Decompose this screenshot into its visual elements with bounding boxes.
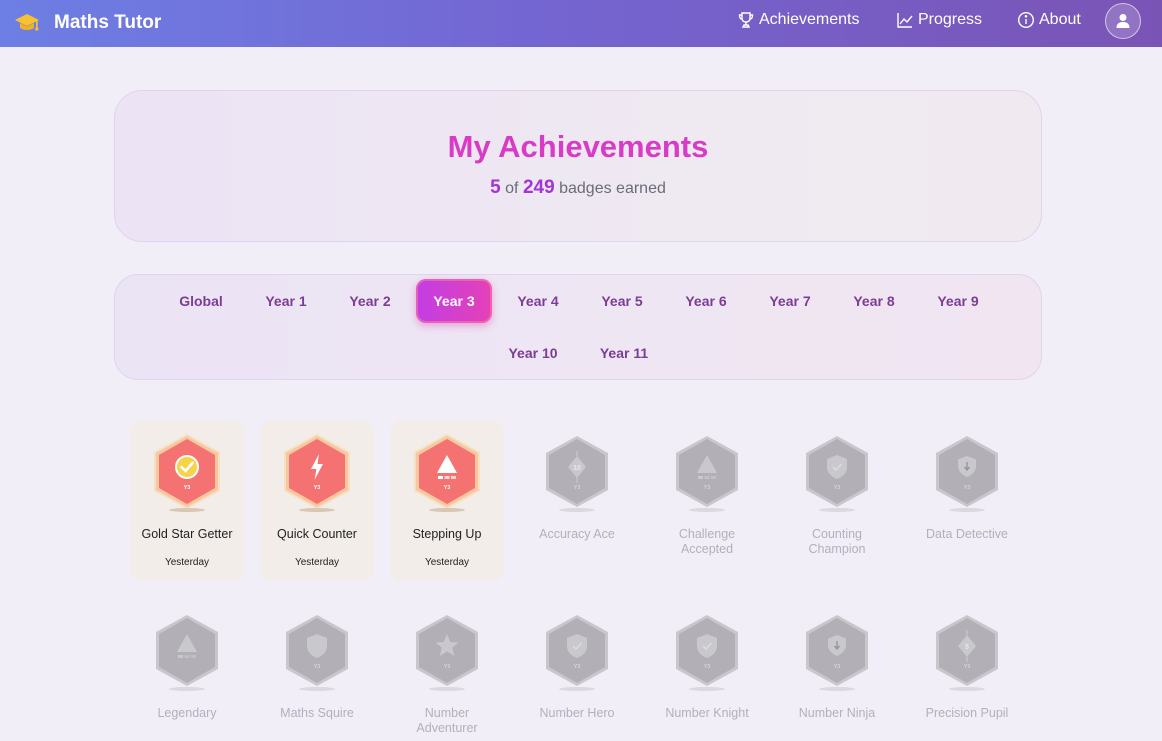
trophy-icon	[738, 12, 754, 28]
tab-year-2[interactable]: Year 2	[335, 279, 405, 323]
badge-card[interactable]: Y3 Quick Counter Yesterday	[260, 420, 374, 581]
badge-name: Number Ninja	[798, 706, 876, 720]
brand[interactable]: Maths Tutor	[14, 8, 161, 38]
check-badge-icon: Y3	[154, 434, 220, 512]
badge-name: Accuracy Ace	[539, 527, 615, 541]
badge-card[interactable]: 5 Y3 Precision Pupil	[910, 599, 1024, 741]
badge-card[interactable]: Y3 Number Hero	[520, 599, 634, 741]
badge-card[interactable]: Y3 Number Knight	[650, 599, 764, 741]
line-chart-icon	[897, 13, 913, 28]
tab-year-10[interactable]: Year 10	[498, 331, 568, 375]
graduation-cap-icon	[15, 14, 39, 31]
nav-about-label: About	[1039, 11, 1081, 28]
nav-achievements-label: Achievements	[759, 11, 860, 28]
tab-year-5[interactable]: Year 5	[587, 279, 657, 323]
badge-card[interactable]: Y3 Number Adventurer	[390, 599, 504, 741]
tab-year-8[interactable]: Year 8	[839, 279, 909, 323]
svg-text:10: 10	[573, 465, 581, 472]
nav-achievements-link[interactable]: Achievements	[737, 11, 860, 29]
badge-name: Gold Star Getter	[141, 527, 233, 541]
badge-card[interactable]: Y3 Data Detective	[910, 420, 1024, 581]
svg-text:Y3: Y3	[964, 664, 971, 670]
badge-name: Maths Squire	[280, 706, 354, 720]
lightning-badge-icon: Y3	[284, 434, 350, 512]
shield-down-badge-icon: Y3	[806, 615, 868, 691]
triangle-badge-icon: Y3	[676, 436, 738, 512]
badges-earned-suffix: badges earned	[559, 180, 666, 197]
triangle-badge-icon	[156, 615, 218, 691]
tab-year-1[interactable]: Year 1	[251, 279, 321, 323]
svg-text:Y3: Y3	[964, 485, 971, 491]
top-nav-bar: Maths Tutor Achievements Progress About	[0, 0, 1162, 47]
svg-text:Y3: Y3	[704, 485, 711, 491]
badge-name: Counting Champion	[808, 527, 866, 556]
total-count: 249	[522, 177, 555, 198]
achievements-header-card: My Achievements 5 of 249 badges earned	[114, 90, 1042, 242]
svg-text:Y3: Y3	[574, 664, 581, 670]
nav-about-link[interactable]: About	[1017, 11, 1081, 29]
shield-check-badge-icon: Y3	[806, 436, 868, 512]
badge-name: Number Knight	[665, 706, 749, 720]
badge-card[interactable]: Y3 Gold Star Getter Yesterday	[130, 420, 244, 581]
info-icon	[1017, 11, 1035, 29]
tab-year-4[interactable]: Year 4	[503, 279, 573, 323]
badge-earned-date: Yesterday	[294, 557, 340, 568]
shield-badge-icon: Y3	[286, 615, 348, 691]
year-tabs: Global Year 1 Year 2 Year 3 Year 4 Year 5 Year…	[114, 274, 1042, 380]
tab-global[interactable]: Global	[166, 279, 236, 323]
triangle-badge-icon: Y3	[414, 434, 480, 512]
badge-name: Legendary	[157, 706, 217, 720]
shield-check-badge-icon: Y3	[546, 615, 608, 691]
star-badge-icon: Y3	[416, 615, 478, 691]
shield-down-badge-icon: Y3	[936, 436, 998, 512]
svg-text:Y3: Y3	[704, 664, 711, 670]
badge-card[interactable]: Y3 Challenge Accepted	[650, 420, 764, 581]
badge-name: Challenge Accepted	[678, 527, 736, 556]
svg-text:5: 5	[965, 644, 969, 651]
app-title: Maths Tutor	[54, 12, 162, 33]
tab-year-7[interactable]: Year 7	[755, 279, 825, 323]
badge-earned-date: Yesterday	[424, 557, 470, 568]
badge-name: Stepping Up	[412, 527, 482, 541]
badge-card[interactable]: Y3 Maths Squire	[260, 599, 374, 741]
svg-text:Y3: Y3	[444, 664, 451, 670]
of-text: of	[505, 180, 519, 197]
nav-progress-link[interactable]: Progress	[896, 11, 982, 29]
badge-name: Data Detective	[926, 527, 1008, 541]
svg-text:Y3: Y3	[834, 664, 841, 670]
svg-text:Y3: Y3	[834, 485, 841, 491]
svg-text:Y3: Y3	[184, 485, 191, 491]
svg-text:Y3: Y3	[574, 485, 581, 491]
shield-check-badge-icon: Y3	[676, 615, 738, 691]
tab-year-9[interactable]: Year 9	[923, 279, 993, 323]
badge-name: Number Hero	[539, 706, 615, 720]
badges-earned-summary: 5 of 249 badges earned	[115, 177, 1041, 199]
tab-year-11[interactable]: Year 11	[589, 331, 659, 375]
badge-name: Number Adventurer	[416, 706, 478, 735]
svg-text:Y3: Y3	[314, 664, 321, 670]
diamond-5-badge-icon: 5 Y3	[936, 615, 998, 691]
page-title: My Achievements	[447, 129, 709, 164]
nav-progress-label: Progress	[918, 11, 983, 28]
badge-name: Precision Pupil	[925, 706, 1009, 720]
badge-card[interactable]: 10 Y3 Accuracy Ace	[520, 420, 634, 581]
badge-card[interactable]: Y3 Counting Champion	[780, 420, 894, 581]
svg-text:Y3: Y3	[444, 485, 451, 491]
tab-year-6[interactable]: Year 6	[671, 279, 741, 323]
svg-text:Y3: Y3	[314, 485, 321, 491]
diamond-10-badge-icon: 10 Y3	[546, 436, 608, 512]
badge-earned-date: Yesterday	[164, 557, 210, 568]
tab-year-3[interactable]: Year 3	[416, 279, 492, 323]
user-icon	[1116, 14, 1130, 28]
badge-name: Quick Counter	[277, 527, 357, 541]
badge-card[interactable]: Y3 Stepping Up Yesterday	[390, 420, 504, 581]
badge-card[interactable]: Y3 Number Ninja	[780, 599, 894, 741]
user-avatar-button[interactable]	[1105, 3, 1141, 39]
badge-card[interactable]: Legendary	[130, 599, 244, 741]
earned-count: 5	[490, 177, 501, 198]
